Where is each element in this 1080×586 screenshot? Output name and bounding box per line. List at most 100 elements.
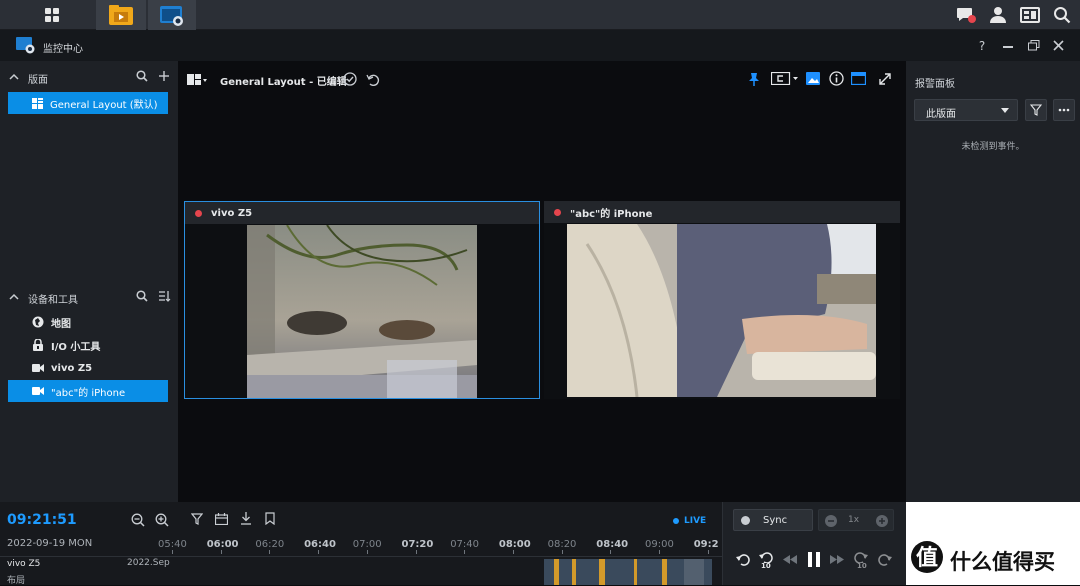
device-item-io[interactable]: I/O 小工具 xyxy=(8,335,168,355)
search-button[interactable] xyxy=(1048,0,1076,30)
restore-icon[interactable] xyxy=(1028,40,1040,51)
layout-item-label: General Layout (默认) xyxy=(50,99,158,111)
aspect-ratio-icon[interactable] xyxy=(771,72,799,85)
skip-forward-seconds: 10 xyxy=(857,562,867,570)
undo-icon[interactable] xyxy=(366,72,380,86)
app-title-bar: 监控中心 ? xyxy=(0,30,1080,61)
alert-empty-message: 未检测到事件。 xyxy=(961,142,1025,152)
panel-toggle-icon[interactable] xyxy=(851,72,866,85)
camera-icon xyxy=(32,364,44,372)
minimize-icon[interactable] xyxy=(1003,46,1013,48)
caret-down-icon xyxy=(1001,108,1009,113)
fast-forward-icon[interactable] xyxy=(830,555,844,564)
playback-controls: Sync 1x 10 10 xyxy=(722,502,906,585)
add-icon[interactable] xyxy=(158,70,170,82)
timeline-tick-mark xyxy=(269,550,271,554)
filter-icon[interactable] xyxy=(191,513,203,525)
camera-tile-vivo[interactable]: vivo Z5 xyxy=(184,201,540,399)
timeline-tick-label: 07:00 xyxy=(352,539,382,550)
device-item-iphone[interactable]: "abc"的 iPhone xyxy=(8,380,168,402)
close-icon[interactable] xyxy=(1053,40,1064,51)
alert-filter-select[interactable]: 此版面 xyxy=(914,99,1018,121)
timeline-tick-label: 07:20 xyxy=(401,539,434,550)
timeline-tick-label: 07:40 xyxy=(450,539,480,550)
plus-icon[interactable] xyxy=(876,515,888,527)
calendar-icon[interactable] xyxy=(215,513,228,525)
recording-indicator xyxy=(554,208,561,216)
layouts-section-header[interactable]: 版面 xyxy=(0,69,178,86)
devices-section-header[interactable]: 设备和工具 xyxy=(0,289,178,306)
sort-icon[interactable] xyxy=(158,290,171,302)
taskbar-app-video[interactable] xyxy=(96,0,146,30)
layout-title: General Layout - 已编辑 xyxy=(220,77,347,88)
skip-back-seconds: 10 xyxy=(761,562,771,570)
live-view-toolbar: General Layout - 已编辑 xyxy=(178,61,906,97)
download-icon[interactable] xyxy=(240,512,252,525)
timeline-tick-label: 05:40 xyxy=(158,539,187,550)
bookmark-icon[interactable] xyxy=(265,512,275,525)
chevron-up-icon[interactable] xyxy=(9,73,19,80)
layout-switch-icon[interactable] xyxy=(187,74,207,85)
month-label: 2022.Sep xyxy=(127,558,170,568)
timeline-tick-label: 08:20 xyxy=(547,539,577,550)
layouts-section-title: 版面 xyxy=(28,75,48,86)
notifications-button[interactable] xyxy=(952,0,980,30)
left-panel: 版面 General Layout (默认) 设备和工具 地图 I/O 小工具 … xyxy=(0,61,178,502)
rewind-icon[interactable] xyxy=(783,555,797,564)
track-sublabel: 布局 xyxy=(7,576,26,586)
recording-segment xyxy=(572,559,576,585)
recording-track[interactable] xyxy=(544,559,712,585)
live-indicator[interactable]: LIVE xyxy=(673,516,706,526)
camera-feed-image xyxy=(247,225,477,398)
info-icon[interactable] xyxy=(829,71,844,86)
zoom-out-icon[interactable] xyxy=(131,513,145,527)
timeline-tick-mark xyxy=(366,550,368,554)
sync-button[interactable]: Sync xyxy=(733,509,813,531)
live-dot xyxy=(673,518,679,524)
timeline-tick-mark xyxy=(610,550,612,554)
pause-icon[interactable] xyxy=(807,552,821,567)
camera-tile-iphone[interactable]: "abc"的 iPhone xyxy=(544,201,900,399)
image-icon[interactable] xyxy=(806,72,820,85)
divider xyxy=(0,556,722,557)
save-check-icon[interactable] xyxy=(343,72,357,86)
jump-to-start-icon[interactable] xyxy=(736,552,750,568)
speed-value: 1x xyxy=(848,515,860,525)
widgets-button[interactable] xyxy=(1016,0,1044,30)
device-item-map[interactable]: 地图 xyxy=(8,312,168,332)
jump-to-end-icon[interactable] xyxy=(878,552,892,568)
layout-item-general[interactable]: General Layout (默认) xyxy=(8,92,168,114)
help-icon[interactable]: ? xyxy=(974,38,990,54)
fullscreen-icon[interactable] xyxy=(878,72,892,86)
search-icon[interactable] xyxy=(136,290,148,302)
camera-tile-title: vivo Z5 xyxy=(211,207,253,219)
recording-segment xyxy=(634,559,637,585)
pin-icon[interactable] xyxy=(748,72,760,86)
taskbar-app-surveillance[interactable] xyxy=(148,0,196,30)
skip-forward-button[interactable]: 10 xyxy=(854,551,870,571)
user-button[interactable] xyxy=(984,0,1012,30)
alert-filter-button[interactable] xyxy=(1025,99,1047,121)
timeline-tick-label: 09:2 xyxy=(693,539,719,550)
camera-tile-title: "abc"的 iPhone xyxy=(570,208,653,220)
more-icon xyxy=(1058,108,1070,112)
search-icon[interactable] xyxy=(136,70,148,82)
timeline-tick-mark xyxy=(464,550,466,554)
track-label: vivo Z5 xyxy=(7,559,41,569)
film-folder-icon xyxy=(109,5,133,25)
timeline-tick-label: 09:00 xyxy=(645,539,674,550)
svg-text:值: 值 xyxy=(916,545,938,571)
minus-icon[interactable] xyxy=(825,515,837,527)
zoom-in-icon[interactable] xyxy=(155,513,169,527)
alert-more-button[interactable] xyxy=(1053,99,1075,121)
main-menu-button[interactable] xyxy=(28,0,76,30)
live-label: LIVE xyxy=(684,516,707,526)
device-item-vivo[interactable]: vivo Z5 xyxy=(8,358,168,378)
timeline-tick-label: 06:00 xyxy=(206,539,239,550)
alert-panel: 报警面板 此版面 未检测到事件。 xyxy=(906,61,1080,502)
chevron-up-icon[interactable] xyxy=(9,293,19,300)
recording-gap xyxy=(684,559,704,585)
timeline-ruler[interactable]: 05:40 06:00 06:20 06:40 07:00 07:20 07:40 08:00… xyxy=(0,539,722,554)
skip-back-button[interactable]: 10 xyxy=(759,551,775,571)
speed-control[interactable]: 1x xyxy=(818,509,894,531)
